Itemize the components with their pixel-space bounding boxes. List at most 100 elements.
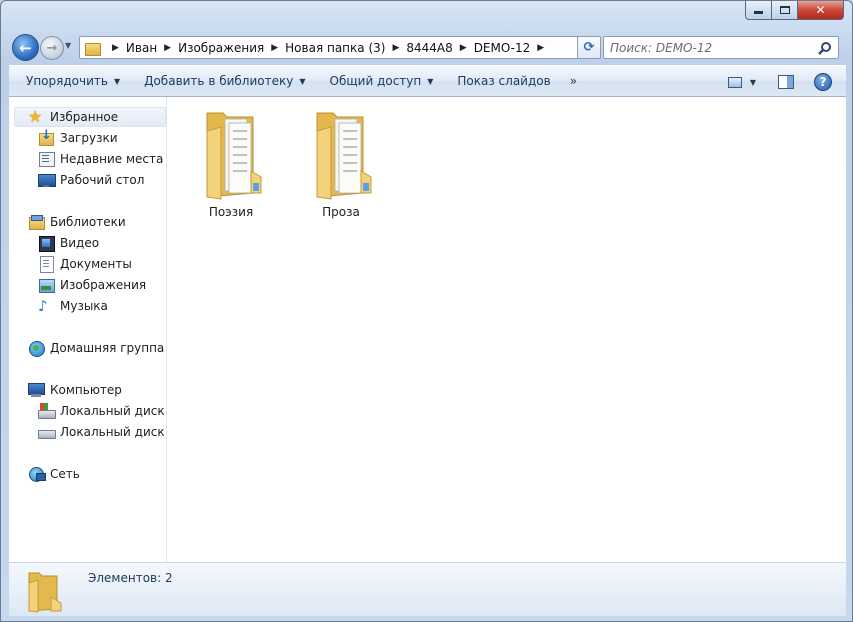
sidebar-item-favorites[interactable]: ★ Избранное: [14, 107, 166, 127]
breadcrumb-label[interactable]: DEMO-12: [474, 41, 531, 55]
chevron-down-icon: ▼: [749, 77, 756, 87]
sidebar-item-label: Библиотеки: [50, 215, 126, 229]
help-button[interactable]: ?: [814, 73, 832, 91]
sidebar-item-label: Рабочий стол: [60, 173, 145, 187]
refresh-icon: ⟳: [583, 40, 595, 55]
back-button[interactable]: ←: [12, 34, 39, 61]
breadcrumb-label[interactable]: Иван: [126, 41, 157, 55]
sidebar-item-label: Музыка: [60, 299, 108, 313]
sidebar-item-label: Домашняя группа: [50, 341, 165, 355]
breadcrumb-label[interactable]: 8444A8: [406, 41, 452, 55]
breadcrumb-separator-icon[interactable]: ▶: [112, 43, 119, 53]
sidebar-item-music[interactable]: ♪ Музыка: [38, 296, 108, 316]
sidebar-item-label: Документы: [60, 257, 132, 271]
item-count: Элементов: 2: [88, 571, 173, 585]
breadcrumb-item[interactable]: ▶ DEMO-12 ▶: [453, 37, 551, 58]
breadcrumb-item[interactable]: ▶ Иван: [105, 37, 157, 58]
breadcrumb: ▶ Иван ▶ Изображения ▶ Новая папка (3) ▶…: [105, 37, 551, 58]
breadcrumb-separator-icon[interactable]: ▶: [460, 43, 467, 53]
slideshow-label: Показ слайдов: [457, 74, 551, 88]
sidebar-item-downloads[interactable]: Загрузки: [38, 128, 118, 148]
toolbar-right-group: ▼ ?: [727, 70, 832, 94]
back-arrow-icon: ←: [19, 38, 32, 57]
homegroup-icon: [28, 340, 45, 357]
add-to-library-label: Добавить в библиотеку: [144, 74, 294, 88]
slideshow-button[interactable]: Показ слайдов: [448, 69, 559, 93]
forward-arrow-icon: →: [46, 40, 58, 56]
sidebar-item-documents[interactable]: Документы: [38, 254, 132, 274]
breadcrumb-separator-icon[interactable]: ▶: [271, 43, 278, 53]
star-icon: ★: [28, 107, 43, 126]
change-view-button[interactable]: ▼: [727, 70, 756, 94]
close-button[interactable]: ✕: [798, 1, 844, 20]
navigation-pane[interactable]: ★ Избранное Загрузки Недавние места Рабо…: [9, 97, 167, 562]
view-icon: [727, 76, 742, 88]
chevron-down-icon: ▼: [427, 76, 434, 86]
sidebar-item-computer[interactable]: Компьютер: [28, 380, 122, 400]
breadcrumb-label[interactable]: Новая папка (3): [285, 41, 385, 55]
address-bar[interactable]: ▶ Иван ▶ Изображения ▶ Новая папка (3) ▶…: [79, 36, 595, 59]
sidebar-item-disk-c[interactable]: Локальный диск (C:): [38, 401, 166, 421]
libraries-icon: [28, 214, 45, 230]
more-commands-button[interactable]: »: [560, 74, 587, 88]
sidebar-item-label: Компьютер: [50, 383, 122, 397]
sidebar-item-homegroup[interactable]: Домашняя группа: [28, 338, 164, 358]
help-icon: ?: [819, 75, 827, 89]
sidebar-item-label: Изображения: [60, 278, 147, 292]
maximize-icon: [779, 6, 790, 14]
chevron-down-icon: ▼: [299, 76, 306, 86]
main-area: ★ Избранное Загрузки Недавние места Рабо…: [9, 97, 846, 562]
sidebar-item-desktop[interactable]: Рабочий стол: [38, 170, 144, 190]
breadcrumb-separator-icon[interactable]: ▶: [392, 43, 399, 53]
sidebar-item-label: Сеть: [50, 467, 80, 481]
search-icon[interactable]: [818, 41, 832, 55]
folder-icon: [85, 41, 101, 56]
pictures-icon: [38, 277, 55, 293]
folder-item[interactable]: Проза: [301, 101, 381, 219]
sidebar-item-recent-places[interactable]: Недавние места: [38, 149, 163, 169]
minimize-button[interactable]: [745, 1, 772, 20]
add-to-library-button[interactable]: Добавить в библиотеку ▼: [135, 69, 314, 93]
breadcrumb-item[interactable]: ▶ 8444A8: [385, 37, 452, 58]
search-input[interactable]: [604, 37, 804, 58]
sidebar-item-disk-d[interactable]: Локальный диск (D:): [38, 422, 166, 442]
explorer-window: ✕ ← → ▼ ▶ Иван ▶ Изображения ▶ Новая пап…: [0, 0, 853, 622]
search-box: [603, 36, 839, 59]
details-pane: Элементов: 2: [9, 562, 846, 616]
sidebar-item-label: Недавние места: [60, 152, 164, 166]
folder-name: Поэзия: [208, 205, 254, 219]
sidebar-item-network[interactable]: Сеть: [28, 464, 80, 484]
sidebar-item-label: Локальный диск (C:): [60, 404, 166, 418]
refresh-button[interactable]: ⟳: [577, 36, 601, 59]
music-icon: ♪: [38, 297, 48, 315]
sidebar-item-libraries[interactable]: Библиотеки: [28, 212, 126, 232]
file-list[interactable]: Поэзия Проза: [167, 97, 846, 562]
folder-icon: [28, 572, 62, 613]
breadcrumb-item[interactable]: ▶ Изображения: [157, 37, 264, 58]
breadcrumb-separator-icon[interactable]: ▶: [164, 43, 171, 53]
forward-button[interactable]: →: [40, 36, 64, 60]
sidebar-item-pictures[interactable]: Изображения: [38, 275, 146, 295]
chevron-down-icon: ▼: [65, 41, 72, 50]
organize-label: Упорядочить: [26, 74, 108, 88]
caption-buttons: ✕: [745, 1, 844, 20]
breadcrumb-item[interactable]: ▶ Новая папка (3): [264, 37, 385, 58]
chevron-down-icon: ▼: [113, 76, 121, 86]
preview-pane-button[interactable]: [778, 75, 794, 89]
folder-item[interactable]: Поэзия: [191, 101, 271, 219]
maximize-button[interactable]: [772, 1, 798, 20]
disk-d-icon: [38, 424, 56, 440]
folder-name: Проза: [322, 205, 360, 219]
command-bar: Упорядочить ▼ Добавить в библиотеку ▼ Об…: [9, 65, 846, 97]
documents-icon: [38, 256, 54, 273]
video-icon: [38, 235, 55, 252]
breadcrumb-label[interactable]: Изображения: [178, 41, 264, 55]
sidebar-item-label: Видео: [60, 236, 100, 250]
recent-pages-button[interactable]: ▼: [65, 41, 75, 55]
organize-button[interactable]: Упорядочить ▼: [17, 69, 129, 93]
sidebar-item-video[interactable]: Видео: [38, 233, 99, 253]
breadcrumb-separator-icon[interactable]: ▶: [537, 43, 544, 53]
share-label: Общий доступ: [329, 74, 422, 88]
share-button[interactable]: Общий доступ ▼: [321, 69, 443, 93]
desktop-icon: [38, 172, 56, 188]
